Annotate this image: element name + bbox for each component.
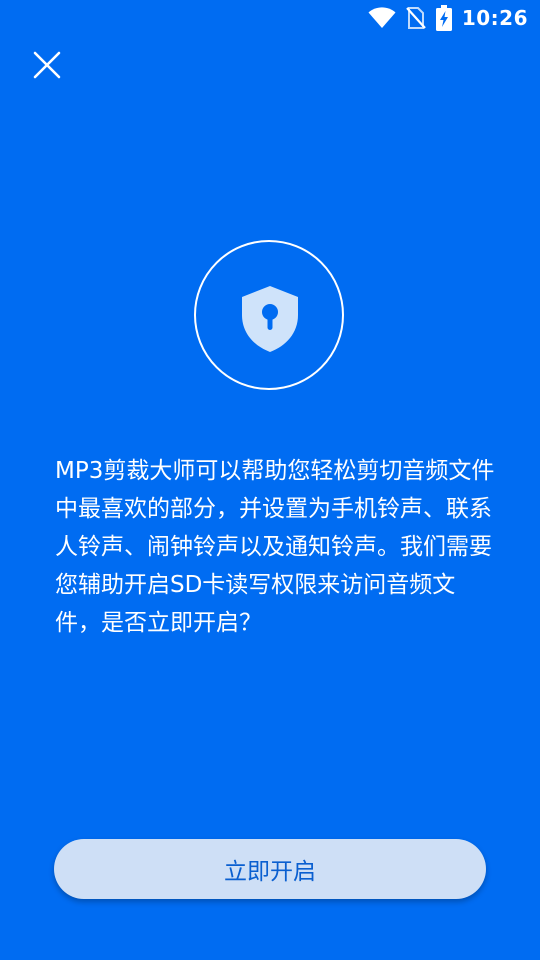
wifi-icon — [368, 7, 396, 29]
status-icons: 10:26 — [368, 4, 528, 32]
status-bar: 10:26 — [0, 0, 540, 36]
enable-now-button[interactable]: 立即开启 — [54, 839, 486, 899]
shield-keyhole-icon — [242, 286, 298, 352]
close-icon — [33, 51, 61, 83]
permission-description: MP3剪裁大师可以帮助您轻松剪切音频文件中最喜欢的部分，并设置为手机铃声、联系人… — [55, 458, 495, 636]
battery-charging-icon — [435, 5, 452, 31]
shield-badge — [194, 240, 344, 390]
status-clock: 10:26 — [461, 6, 528, 30]
no-sim-icon — [406, 6, 426, 30]
close-button[interactable] — [26, 46, 68, 88]
